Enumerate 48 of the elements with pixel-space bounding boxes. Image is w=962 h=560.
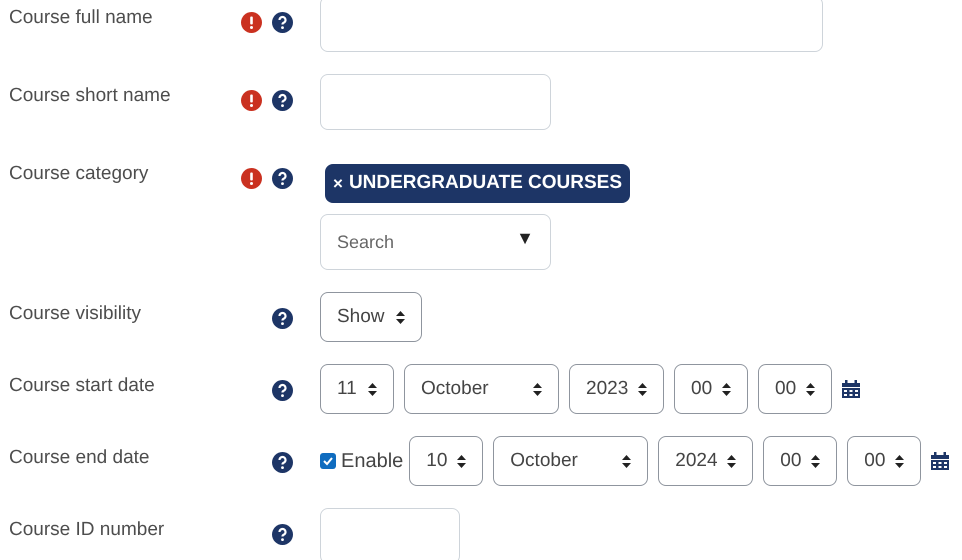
field-label: Course visibility xyxy=(8,302,142,326)
text-field[interactable] xyxy=(320,0,823,52)
field-label: Course full name xyxy=(8,6,154,30)
dropdown-select[interactable]: 10 xyxy=(409,436,484,486)
enable-label: Enable xyxy=(341,449,404,474)
search-field[interactable]: Search ▼ xyxy=(320,214,551,270)
calendar-icon[interactable] xyxy=(842,380,860,398)
help-icon[interactable] xyxy=(272,12,293,33)
dropdown-select[interactable]: October xyxy=(404,364,559,414)
sort-arrows-icon xyxy=(811,454,820,468)
field-label: Course end date xyxy=(8,446,150,470)
help-icon[interactable] xyxy=(272,90,293,111)
text-field[interactable] xyxy=(320,74,551,130)
dropdown-select[interactable]: 00 xyxy=(847,436,922,486)
field-label: Course start date xyxy=(8,374,156,398)
sort-arrows-icon xyxy=(727,454,736,468)
calendar-icon[interactable] xyxy=(931,452,950,470)
help-icon[interactable] xyxy=(272,452,293,473)
sort-arrows-icon xyxy=(806,382,815,396)
sort-arrows-icon xyxy=(722,382,731,396)
field-label: Course ID number xyxy=(8,518,166,542)
dropdown-select[interactable]: October xyxy=(493,436,648,486)
dropdown-select[interactable]: 2023 xyxy=(569,364,664,414)
check-icon xyxy=(322,455,334,467)
sort-arrows-icon xyxy=(533,382,542,396)
enable-checkbox[interactable] xyxy=(320,453,336,469)
help-icon[interactable] xyxy=(272,380,293,401)
dropdown-select[interactable]: 00 xyxy=(763,436,838,486)
field-label: Course short name xyxy=(8,84,172,108)
sort-arrows-icon xyxy=(396,310,405,324)
sort-arrows-icon xyxy=(622,454,632,468)
sort-arrows-icon xyxy=(368,382,377,396)
remove-glyph[interactable]: × xyxy=(333,170,343,196)
help-icon[interactable] xyxy=(272,168,293,189)
help-icon[interactable] xyxy=(272,524,293,545)
sort-arrows-icon xyxy=(457,454,466,468)
dropdown-select[interactable]: 2024 xyxy=(658,436,754,486)
dropdown-select[interactable]: 00 xyxy=(674,364,748,414)
sort-arrows-icon xyxy=(895,454,904,468)
dropdown-arrow[interactable]: ▼ xyxy=(516,225,534,252)
dropdown-select[interactable]: Show xyxy=(320,292,422,342)
sort-arrows-icon xyxy=(638,382,647,396)
help-icon[interactable] xyxy=(272,308,293,329)
dropdown-select[interactable]: 11 xyxy=(320,364,394,414)
field-label: Course category xyxy=(8,162,150,186)
category-chip[interactable]: × UNDERGRADUATE COURSES xyxy=(325,164,630,203)
text-field[interactable] xyxy=(320,508,460,560)
dropdown-select[interactable]: 00 xyxy=(758,364,832,414)
